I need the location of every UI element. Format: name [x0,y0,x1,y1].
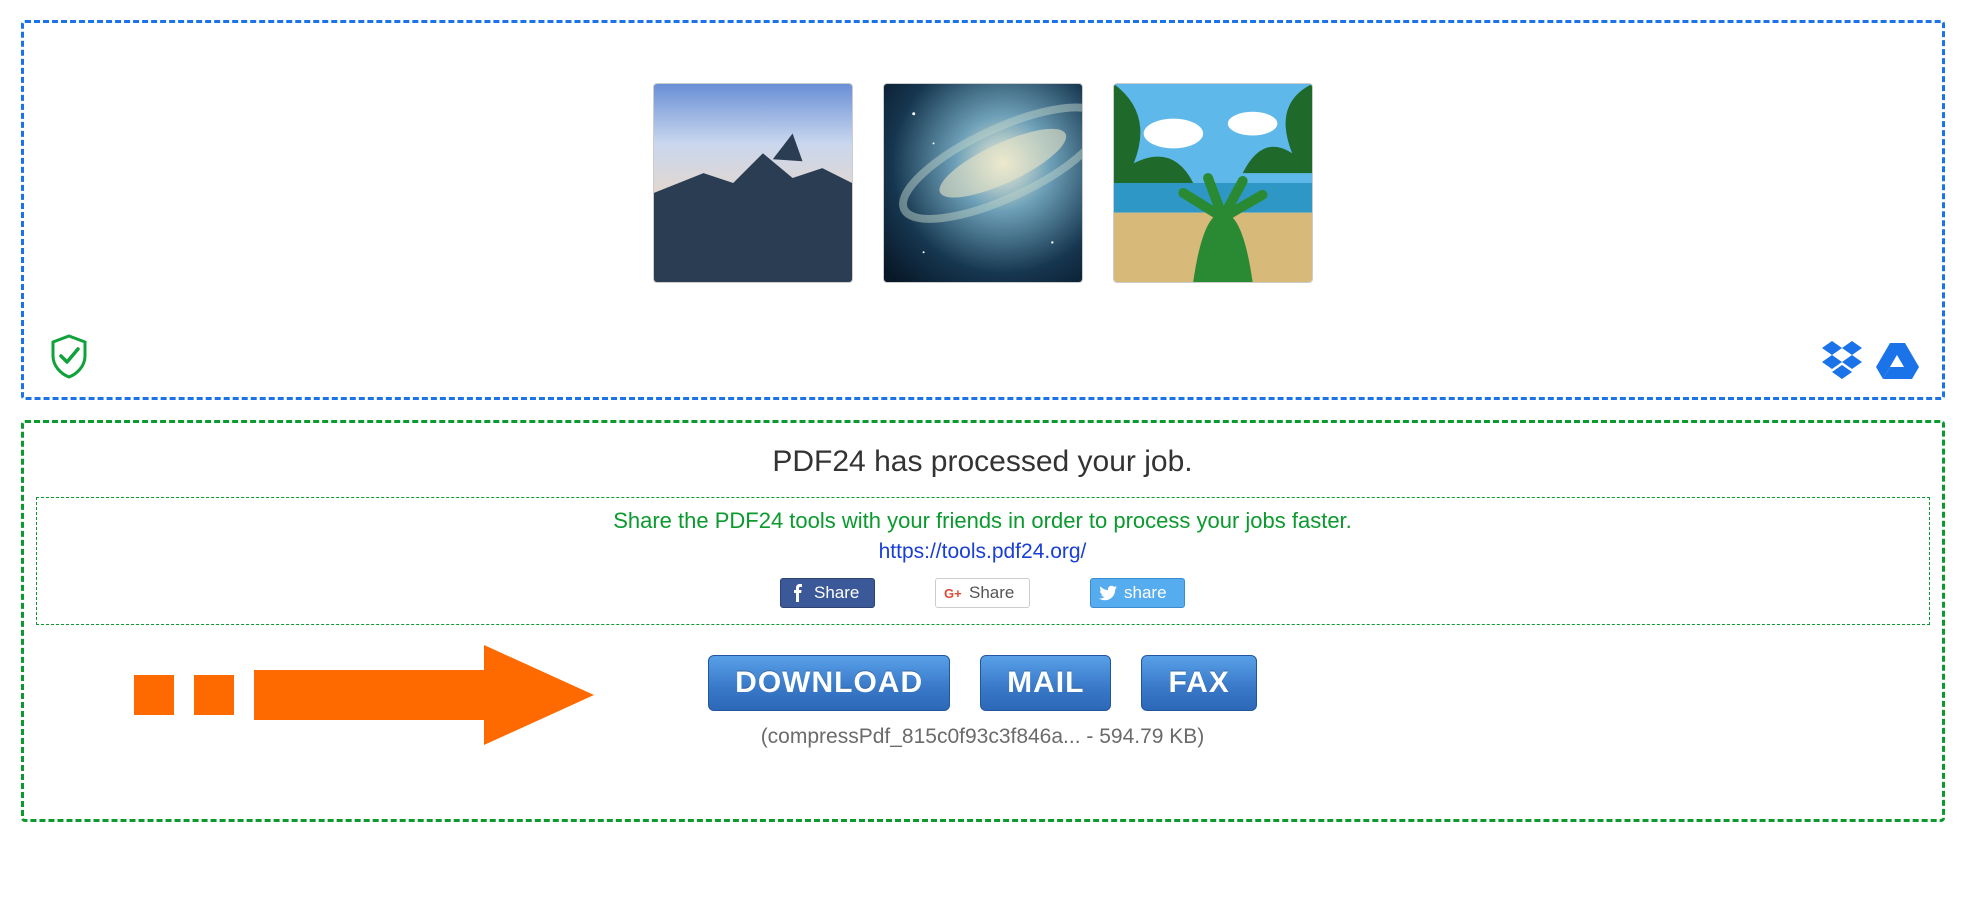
facebook-icon [789,584,807,602]
twitter-share-button[interactable]: share [1090,578,1185,608]
twitter-share-label: share [1124,583,1167,603]
thumbnail-row [653,83,1313,283]
result-area: PDF24 has processed your job. Share the … [21,420,1945,822]
shield-check-icon[interactable] [49,334,89,379]
google-drive-icon[interactable] [1875,339,1920,379]
google-plus-icon: G+ [944,584,962,602]
share-button-row: Share G+ Share share [37,578,1929,608]
share-url-link[interactable]: https://tools.pdf24.org/ [879,540,1087,564]
cloud-source-icons [1820,339,1920,379]
facebook-share-label: Share [814,583,859,603]
share-prompt: Share the PDF24 tools with your friends … [37,508,1929,534]
mail-button[interactable]: MAIL [980,655,1111,711]
download-button[interactable]: DOWNLOAD [708,655,950,711]
action-row: DOWNLOAD MAIL FAX [24,655,1942,711]
thumbnail-beach[interactable] [1113,83,1313,283]
thumbnail-galaxy[interactable] [883,83,1083,283]
facebook-share-button[interactable]: Share [780,578,875,608]
share-box: Share the PDF24 tools with your friends … [36,497,1930,625]
fax-button[interactable]: FAX [1141,655,1256,711]
upload-drop-area[interactable] [21,20,1945,400]
thumbnail-coast[interactable] [653,83,853,283]
svg-text:G+: G+ [944,586,962,601]
google-plus-share-label: Share [969,583,1014,603]
status-message: PDF24 has processed your job. [24,423,1942,497]
arrow-right-icon [124,645,604,745]
dropbox-icon[interactable] [1820,339,1865,379]
google-plus-share-button[interactable]: G+ Share [935,578,1030,608]
twitter-icon [1099,584,1117,602]
